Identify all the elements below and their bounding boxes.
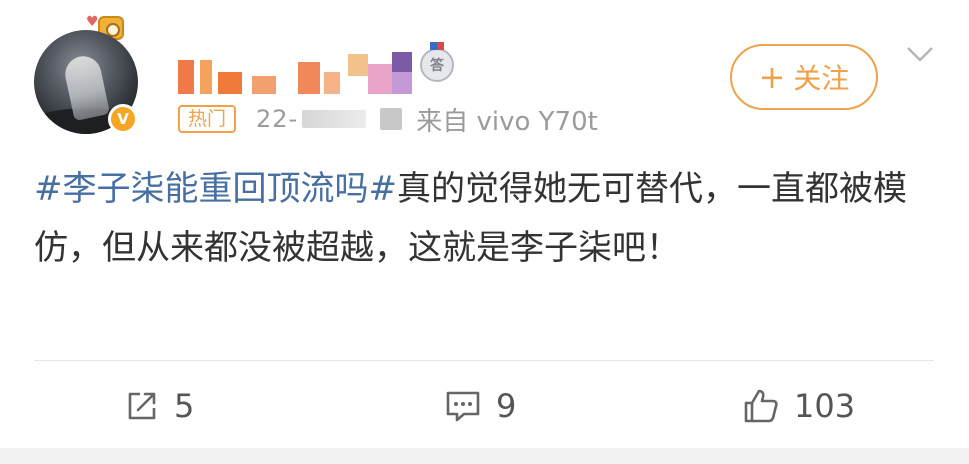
- comment-bubble-icon: [446, 391, 480, 422]
- action-bar: 5 9 103: [0, 378, 969, 434]
- topic-link[interactable]: #李子柒能重回顶流吗#: [34, 169, 397, 209]
- verified-badge-icon: V: [108, 104, 138, 134]
- heart-icon: ♥: [86, 14, 99, 30]
- post-meta: 热门 22- 来自 vivo Y70t: [178, 101, 598, 138]
- share-square-icon: [128, 392, 156, 420]
- comment-button[interactable]: 9: [444, 378, 516, 434]
- post-source[interactable]: 来自 vivo Y70t: [416, 101, 598, 138]
- like-count: 103: [794, 387, 856, 425]
- bottom-gap: [0, 448, 969, 464]
- hot-tag: 热门: [178, 105, 237, 133]
- like-button[interactable]: 103: [742, 378, 855, 434]
- divider: [34, 360, 934, 361]
- username-blurred[interactable]: [178, 50, 450, 96]
- plus-icon: +: [758, 58, 786, 96]
- thumbs-up-icon: [744, 389, 778, 423]
- follow-label: 关注: [793, 62, 850, 95]
- repost-count: 5: [174, 387, 195, 425]
- weibo-post-card: ♥ V 答 热门 22- 来自 vivo Y70t + 关注 #李子柒能重回顶流…: [0, 0, 969, 448]
- chevron-down-icon[interactable]: [906, 44, 934, 64]
- follow-button[interactable]: + 关注: [730, 44, 878, 110]
- repost-button[interactable]: 5: [124, 378, 194, 434]
- comment-count: 9: [496, 387, 517, 425]
- post-text: #李子柒能重回顶流吗#真的觉得她无可替代，一直都被模仿，但从来都没被超越，这就是…: [34, 160, 924, 278]
- medal-icon: 答: [420, 42, 454, 82]
- post-date: 22-: [256, 105, 299, 133]
- date-blur-small: [380, 108, 403, 130]
- date-blur: [302, 110, 367, 128]
